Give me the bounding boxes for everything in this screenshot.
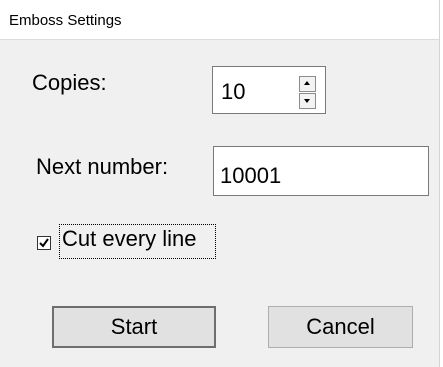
- title-bar[interactable]: Emboss Settings: [0, 0, 443, 40]
- window-title: Emboss Settings: [9, 12, 122, 29]
- start-button[interactable]: Start: [52, 306, 216, 348]
- arrow-up-icon: [304, 81, 310, 85]
- emboss-settings-dialog: Emboss Settings Copies: 10 Next number: …: [0, 0, 443, 367]
- copies-label: Copies:: [32, 70, 107, 95]
- copies-spinner[interactable]: 10: [212, 66, 326, 114]
- window-edge: [439, 0, 443, 367]
- next-number-input[interactable]: [213, 146, 429, 196]
- copies-value[interactable]: 10: [221, 79, 245, 105]
- cut-every-line-checkbox[interactable]: [37, 236, 51, 250]
- copies-decrement-button[interactable]: [299, 93, 316, 109]
- checkmark-icon: [39, 238, 49, 248]
- cancel-button[interactable]: Cancel: [268, 306, 413, 348]
- next-number-label: Next number:: [36, 154, 169, 179]
- copies-increment-button[interactable]: [299, 76, 316, 92]
- arrow-down-icon: [304, 99, 310, 103]
- cut-every-line-label[interactable]: Cut every line: [62, 226, 197, 252]
